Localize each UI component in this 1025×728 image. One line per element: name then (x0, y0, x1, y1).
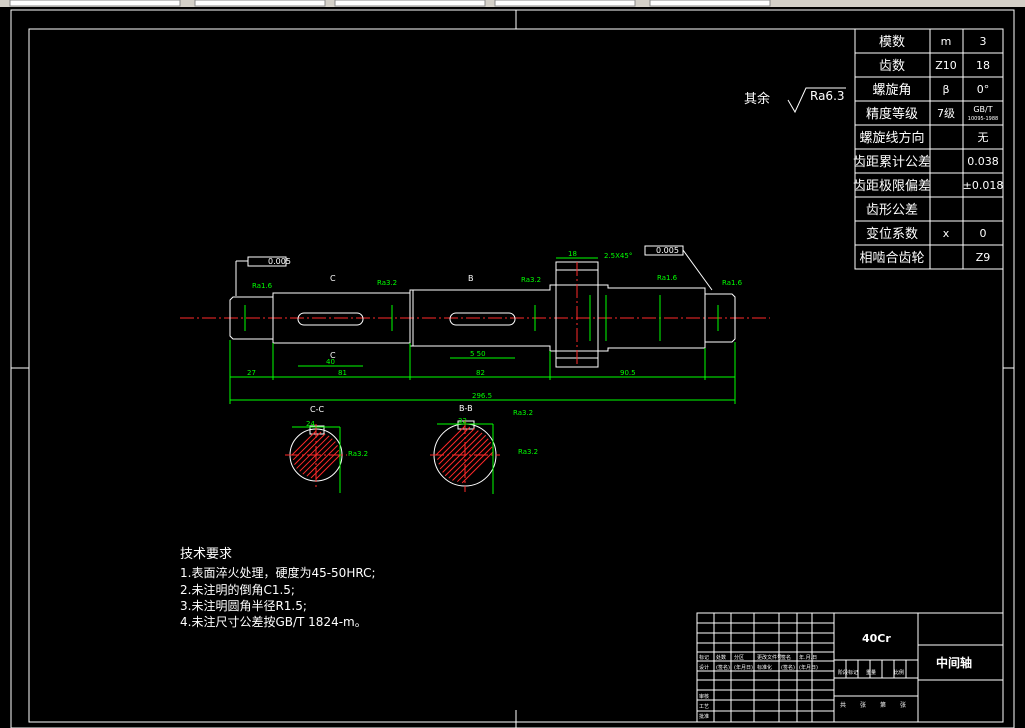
param-label: 螺旋线方向 (859, 130, 924, 146)
param-value: 0° (977, 83, 990, 96)
section-bb-title: B-B (459, 404, 473, 413)
title-block-cell: 审核 (699, 693, 709, 700)
toolbar-field-4[interactable] (494, 0, 636, 7)
param-label: 螺旋角 (872, 83, 911, 98)
param-value: Z9 (976, 251, 991, 264)
param-label: 齿距极限偏差 (853, 179, 931, 194)
tech-req-item: 1.表面淬火处理，硬度为45-50HRC; (180, 565, 376, 580)
section-bb-ra1: Ra3.2 (513, 409, 533, 417)
title-block-cell: 分区 (734, 654, 744, 661)
title-block-cell: 标准化 (757, 664, 772, 671)
dim-total: 296.5 (472, 392, 492, 400)
title-block-cell: 张 (860, 701, 866, 709)
section-view-bb: B-B 32 Ra3.2 Ra3.2 (430, 404, 538, 494)
tech-req-item: 2.未注明的倒角C1.5; (180, 582, 295, 597)
param-value: 无 (978, 131, 989, 144)
tech-req-item: 4.未注尺寸公差按GB/T 1824-m。 (180, 614, 367, 629)
dim-50: 5 50 (470, 350, 486, 358)
param-symbol: Z10 (935, 59, 957, 72)
title-block-cell: 签名 (781, 654, 791, 661)
title-block-cell: 年.月.日 (799, 654, 817, 661)
keyway-c (297, 312, 364, 326)
section-c-top: C (330, 274, 336, 283)
ra-label-left: Ra1.6 (252, 282, 273, 290)
tolerance-1: 0.005 (268, 257, 291, 266)
tech-requirements: 技术要求 1.表面淬火处理，硬度为45-50HRC; 2.未注明的倒角C1.5;… (180, 547, 376, 629)
top-toolbar[interactable] (0, 0, 1025, 7)
title-block-cell: 处数 (716, 654, 726, 661)
param-symbol: m (941, 35, 952, 48)
param-symbol: β (942, 83, 949, 96)
ra-label-mid2: Ra3.2 (521, 276, 541, 284)
chamfer-label: 2.5X45° (604, 252, 632, 260)
roughness-note: 其余 Ra6.3 (744, 87, 846, 114)
param-label: 齿形公差 (866, 203, 918, 218)
param-label: 精度等级 (866, 106, 918, 122)
param-value: ±0.018 (963, 179, 1004, 192)
param-label: 相啮合齿轮 (859, 251, 924, 266)
dim-27: 27 (247, 369, 256, 377)
param-symbol: 7级 (937, 107, 955, 120)
dim-905: 90.5 (620, 369, 636, 377)
toolbar-field-2[interactable] (194, 0, 326, 7)
param-label: 变位系数 (866, 226, 918, 242)
section-cc-ra: Ra3.2 (348, 450, 368, 458)
cad-drawing-canvas[interactable]: 模数 m 3 齿数 Z10 18 螺旋角 β 0° 精度等级 7级 GB/T 10095-1988 螺旋线… (0, 0, 1025, 728)
params-table-rows: 模数 m 3 齿数 Z10 18 螺旋角 β 0° 精度等级 7级 GB/T 10095-1988 螺旋线… (853, 35, 1003, 266)
toolbar-field-1[interactable] (9, 0, 181, 7)
toolbar-field-3[interactable] (334, 0, 486, 7)
section-cc-width: 24 (306, 420, 315, 428)
title-block-cell: 批准 (699, 713, 709, 720)
section-b-top: B (468, 274, 474, 283)
title-block-cell: (签名) (781, 664, 795, 671)
gear-width-label: 18 (568, 250, 577, 258)
param-value: GB/T (973, 105, 992, 114)
tolerance-2: 0.005 (656, 246, 679, 255)
param-label: 齿数 (879, 59, 905, 74)
param-label: 模数 (879, 35, 905, 50)
keyway-b (449, 312, 516, 326)
dim-81: 81 (338, 369, 347, 377)
ra-label-gear: Ra1.6 (657, 274, 678, 282)
title-block-cell: (年月日) (734, 664, 753, 671)
section-view-cc: C-C 24 Ra3.2 (285, 405, 368, 493)
param-label: 齿距累计公差 (853, 155, 931, 170)
param-value: 0 (980, 227, 987, 240)
sheet-border (10, 9, 1015, 728)
title-block-cell: 第 (880, 701, 886, 709)
section-bb-ra2: Ra3.2 (518, 448, 538, 456)
roughness-prefix: 其余 (744, 91, 770, 107)
part-name: 中间轴 (936, 655, 972, 670)
dim-82: 82 (476, 369, 485, 377)
title-block-cell: 比例 (894, 669, 904, 676)
tech-req-item: 3.未注明圆角半径R1.5; (180, 598, 307, 613)
section-bb-width: 32 (458, 417, 467, 425)
section-cc-title: C-C (310, 405, 324, 414)
title-block-cell: 阶段标记 (838, 669, 858, 676)
ra-label-mid1: Ra3.2 (377, 279, 397, 287)
param-value: 0.038 (967, 155, 999, 168)
param-symbol: x (943, 227, 950, 240)
title-block-cell: 工艺 (699, 704, 709, 710)
ra-label-right: Ra1.6 (722, 279, 743, 287)
title-block: 40Cr 中间轴 标记 处数 分区 更改文件号签名 年.月.日设计 (签名) (年月日) 标准… (696, 612, 1004, 723)
roughness-value: Ra6.3 (810, 89, 845, 103)
toolbar-field-5[interactable] (649, 0, 771, 7)
param-value: 18 (976, 59, 990, 72)
dim-40: 40 (326, 358, 335, 366)
param-value-sub: 10095-1988 (968, 116, 998, 122)
title-block-cell: 张 (900, 701, 906, 709)
title-block-cell: 设计 (699, 664, 709, 671)
title-block-cell: (签名) (716, 664, 730, 671)
title-block-cell: 标记 (699, 654, 709, 661)
param-value: 3 (980, 35, 987, 48)
tech-req-title: 技术要求 (180, 547, 232, 562)
title-block-cell: (年月日) (799, 664, 818, 671)
material-label: 40Cr (862, 632, 891, 645)
title-block-cell: 更改文件号 (757, 654, 782, 661)
title-block-cell: 共 (840, 701, 846, 709)
title-block-cell: 重量 (866, 669, 876, 676)
